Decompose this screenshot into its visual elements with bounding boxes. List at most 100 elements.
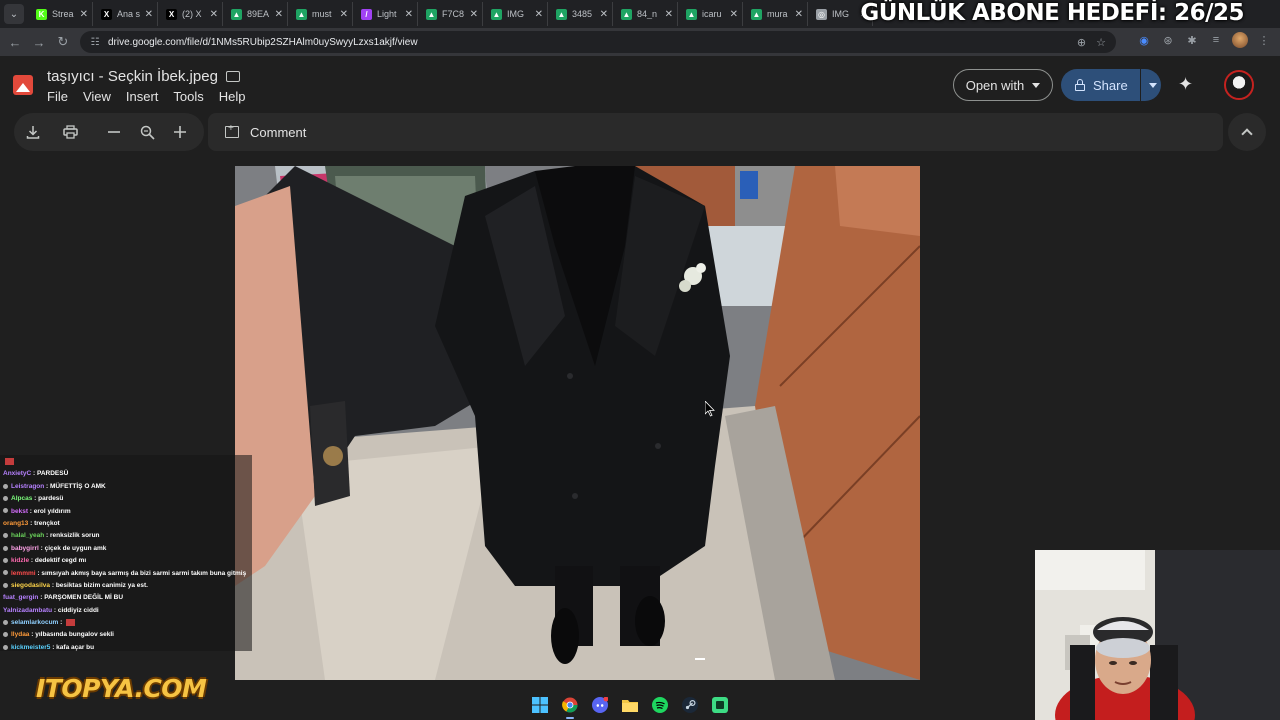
chat-message: Leistragon : MÜFETTİŞ O AMK [0, 481, 252, 493]
browser-tab[interactable]: ▲ icaru ✕ [678, 2, 743, 26]
tab-label: must [312, 9, 332, 19]
lock-icon [1075, 79, 1085, 91]
account-avatar[interactable] [1224, 70, 1254, 100]
browser-tab[interactable]: ▲ must ✕ [288, 2, 353, 26]
close-tab-icon[interactable]: ✕ [275, 9, 283, 20]
image-file-icon [13, 75, 33, 95]
menu-view[interactable]: View [83, 89, 111, 104]
chat-message: kidzle : dedektif cegd mı [0, 555, 252, 567]
extensions-puzzle-icon[interactable]: ✱ [1184, 32, 1200, 48]
windows-start-icon[interactable] [530, 695, 550, 715]
open-with-button[interactable]: Open with [953, 69, 1053, 101]
chat-text: PARŞOMEN DEĞİL Mİ BU [44, 594, 124, 602]
close-tab-icon[interactable]: ✕ [730, 9, 738, 20]
chrome-icon[interactable] [560, 695, 580, 719]
url-text[interactable]: drive.google.com/file/d/1NMs5RUbip2SZHAl… [108, 37, 1077, 48]
screen: ⌄ K Strea ✕ X Ana s ✕ X (2) X ✕ ▲ 89EA ✕ ▲ must ✕ / Ligh… [0, 0, 1280, 720]
chat-username: siegodasilva [11, 581, 51, 589]
close-tab-icon[interactable]: ✕ [405, 9, 413, 20]
browser-tab[interactable]: X Ana s ✕ [93, 2, 158, 26]
x-icon: X [166, 8, 177, 20]
menu-tools[interactable]: Tools [173, 89, 203, 104]
bookmark-star-icon[interactable]: ☆ [1096, 36, 1106, 49]
browser-tab[interactable]: ▲ 89EA ✕ [223, 2, 288, 26]
tab-label: 89EA [247, 9, 270, 19]
chat-username: selamlarkocum [11, 619, 59, 627]
chat-text: PARDESÜ [36, 470, 69, 478]
file-title-text[interactable]: taşıyıcı - Seçkin İbek.jpeg [47, 68, 218, 85]
tab-search-icon[interactable]: ⌄ [4, 4, 24, 24]
chat-emote-icon [66, 618, 76, 626]
chat-username: llydaa [11, 631, 30, 639]
collapse-toolbar-button[interactable] [1228, 113, 1266, 151]
download-icon[interactable] [18, 113, 48, 151]
image-preview[interactable] [235, 166, 920, 680]
reading-list-icon[interactable]: ≡ [1208, 32, 1224, 48]
chat-message [0, 456, 252, 468]
share-button[interactable]: Share [1061, 69, 1161, 101]
menu-file[interactable]: File [47, 89, 68, 104]
tab-label: IMG [507, 9, 524, 19]
move-to-folder-icon[interactable] [225, 71, 240, 82]
chat-text: besiktas bizim canimiz ya est. [55, 581, 148, 589]
chat-message: selamlarkocum : [0, 617, 252, 629]
browser-tab[interactable]: ▲ 84_n ✕ [613, 2, 678, 26]
chat-text: dedektif cegd mı [34, 557, 87, 565]
chevron-up-icon [1241, 128, 1253, 140]
browser-menu-icon[interactable]: ⋮ [1256, 32, 1272, 48]
browser-tab[interactable]: ▲ mura ✕ [743, 2, 808, 26]
reload-icon[interactable]: ↻ [51, 30, 75, 54]
discord-icon[interactable] [590, 695, 610, 715]
zoom-icon[interactable]: ⊕ [1077, 36, 1086, 49]
tab-label: (2) X [182, 9, 202, 19]
comment-bar[interactable]: Comment [208, 113, 1223, 151]
chat-badge-icon [3, 495, 8, 501]
gemini-sparkle-icon[interactable]: ✦ [1178, 75, 1193, 93]
share-label: Share [1093, 77, 1128, 93]
browser-tab[interactable]: / Light ✕ [353, 2, 418, 26]
zoom-out-icon[interactable] [99, 113, 129, 151]
extension-icon[interactable]: ◉ [1136, 32, 1152, 48]
browser-tab[interactable]: ▲ F7C8 ✕ [418, 2, 483, 26]
chat-text: pardesü [38, 495, 64, 503]
close-tab-icon[interactable]: ✕ [470, 9, 478, 20]
chat-message: Yalnizadambatu : ciddiyiz ciddi [3, 606, 99, 614]
site-info-icon[interactable]: ☷ [88, 35, 102, 49]
file-title[interactable]: taşıyıcı - Seçkin İbek.jpeg [47, 68, 240, 85]
zoom-reset-icon[interactable] [132, 113, 162, 151]
print-icon[interactable] [55, 113, 85, 151]
browser-tab[interactable]: K Strea ✕ [28, 2, 93, 26]
share-options-caret-icon[interactable] [1148, 82, 1157, 88]
browser-tab[interactable]: ▲ IMG ✕ [483, 2, 548, 26]
chat-username: lemmmi [11, 569, 36, 577]
back-icon[interactable]: ← [3, 30, 27, 54]
lightshot-icon: / [361, 8, 372, 20]
close-tab-icon[interactable]: ✕ [535, 9, 543, 20]
omnibox[interactable]: ☷ drive.google.com/file/d/1NMs5RUbip2SZH… [80, 31, 1116, 53]
zoom-in-icon[interactable] [165, 113, 195, 151]
chat-emote-icon [5, 457, 14, 465]
close-tab-icon[interactable]: ✕ [665, 9, 673, 20]
file-explorer-icon[interactable] [620, 695, 640, 715]
steam-icon[interactable] [680, 695, 700, 715]
close-tab-icon[interactable]: ✕ [600, 9, 608, 20]
profile-avatar[interactable] [1232, 32, 1248, 48]
app-icon[interactable] [710, 695, 730, 715]
extension-icon[interactable]: ⊛ [1160, 32, 1176, 48]
chat-username: Leistragon [11, 482, 45, 490]
menu-help[interactable]: Help [219, 89, 246, 104]
chat-message: babygirrl : çiçek de uygun amk [0, 543, 252, 555]
close-tab-icon[interactable]: ✕ [795, 9, 803, 20]
close-tab-icon[interactable]: ✕ [80, 9, 88, 20]
spotify-icon[interactable] [650, 695, 670, 715]
close-tab-icon[interactable]: ✕ [145, 9, 153, 20]
chat-badge-icon [3, 644, 8, 650]
menu-insert[interactable]: Insert [126, 89, 159, 104]
close-tab-icon[interactable]: ✕ [340, 9, 348, 20]
close-tab-icon[interactable]: ✕ [210, 9, 218, 20]
forward-icon[interactable]: → [27, 30, 51, 54]
chat-badge-icon [3, 483, 8, 489]
drive-icon: ▲ [621, 8, 632, 20]
browser-tab[interactable]: X (2) X ✕ [158, 2, 223, 26]
browser-tab[interactable]: ▲ 3485 ✕ [548, 2, 613, 26]
